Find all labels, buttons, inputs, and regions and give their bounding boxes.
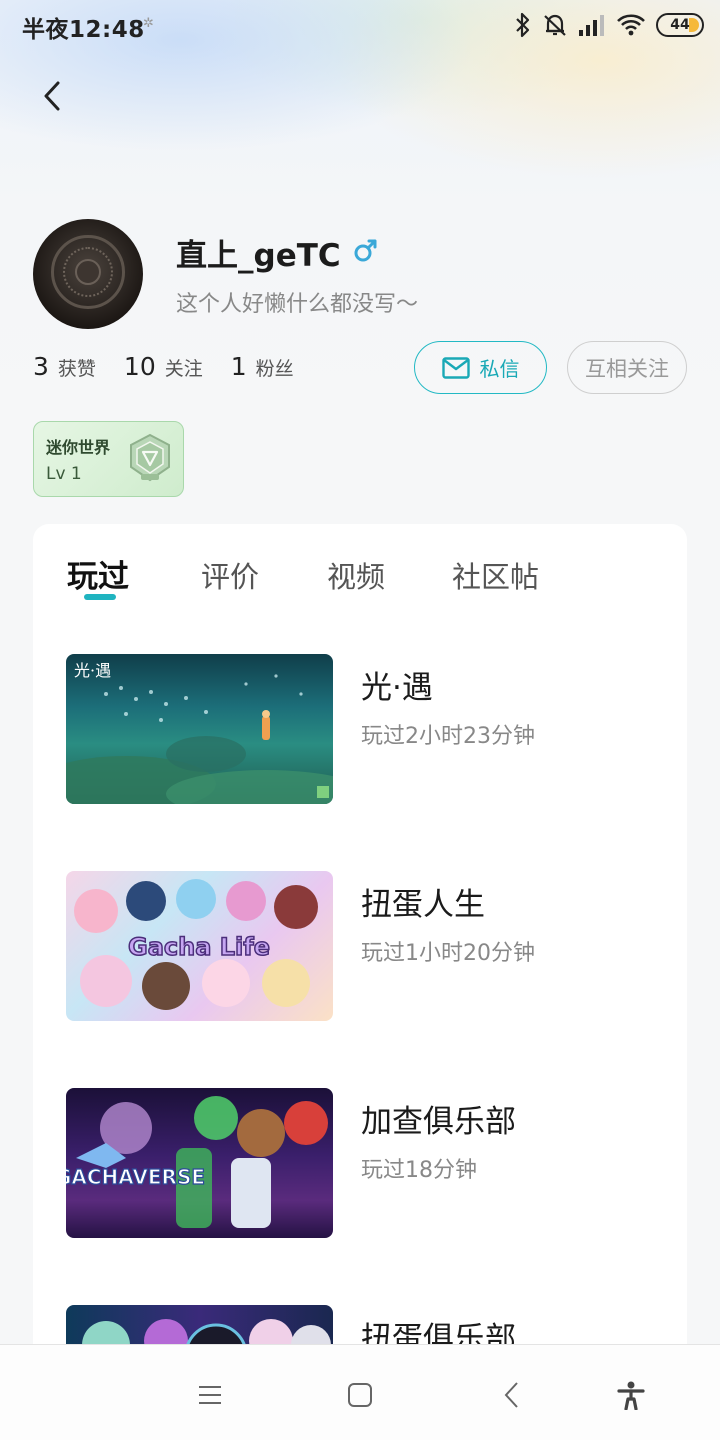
avatar[interactable] [33,219,143,329]
game-title: 加查俱乐部 [361,1104,516,1140]
content-card: 玩过 评价 视频 社区帖 光·遇 光·遇 玩过2小时23分钟 Gacha Lif… [33,524,687,1440]
nav-back-button[interactable] [492,1375,532,1415]
tab-community-posts[interactable]: 社区帖 [452,554,539,596]
status-icons: 44 [514,10,704,40]
mail-icon [441,356,470,379]
thumbnail-title-text: GACHAVERSE [66,1165,205,1189]
stat-followers[interactable]: 1 粉丝 [231,352,294,381]
mute-bell-icon [542,12,568,38]
message-button[interactable]: 私信 [414,341,547,394]
thumbnail-title-text: Gacha Life [128,933,270,961]
signal-icon [578,14,606,36]
game-thumbnail[interactable]: 光·遇 [66,654,333,804]
menu-button[interactable] [190,1375,230,1415]
stat-likes[interactable]: 3 获赞 [33,352,96,381]
game-title: 扭蛋人生 [361,887,485,923]
battery-icon: 44 [656,13,704,37]
home-button[interactable] [340,1375,380,1415]
accessibility-icon [617,1381,645,1410]
stat-following-label: 关注 [164,358,203,380]
stat-likes-label: 获赞 [57,358,96,380]
level-emblem-icon [126,432,174,488]
badge-level: Lv 1 [46,464,82,484]
game-item[interactable]: 光·遇 光·遇 玩过2小时23分钟 [66,654,666,806]
home-icon [348,1383,372,1407]
stat-following[interactable]: 10 关注 [124,352,203,381]
menu-icon [199,1386,221,1404]
battery-level: 44 [670,17,690,33]
mutual-follow-button[interactable]: 互相关注 [567,341,687,394]
system-nav-bar [0,1344,720,1440]
badge-game-name: 迷你世界 [46,438,111,457]
game-item[interactable]: Gacha Life 扭蛋人生 玩过1小时20分钟 [66,871,666,1023]
game-thumbnail[interactable]: GACHAVERSE [66,1088,333,1238]
bluetooth-icon [514,12,532,38]
chevron-left-icon [44,81,60,111]
profile-stats: 3 获赞 10 关注 1 粉丝 [33,352,322,381]
game-level-badge[interactable]: 迷你世界 Lv 1 [33,421,184,497]
game-title: 光·遇 [361,670,433,706]
wifi-icon [616,13,646,37]
status-time: 半夜12:48 [22,17,145,43]
stat-likes-value: 3 [33,352,49,381]
game-item[interactable]: GACHAVERSE 加查俱乐部 玩过18分钟 [66,1088,666,1240]
message-button-label: 私信 [479,357,520,381]
back-icon [504,1382,518,1408]
tab-videos[interactable]: 视频 [327,554,385,596]
game-playtime: 玩过2小时23分钟 [361,724,535,749]
stat-followers-value: 1 [230,352,247,381]
profile-tabs: 玩过 评价 视频 社区帖 [33,524,687,614]
tab-played[interactable]: 玩过 [67,551,129,596]
thumbnail-title-text: 光·遇 [74,661,111,680]
status-bar: 半夜12:48 ✲ 44 [0,0,720,50]
stat-following-value: 10 [123,352,156,381]
game-playtime: 玩过1小时20分钟 [361,941,535,966]
accessibility-button[interactable] [611,1375,651,1415]
mutual-follow-label: 互相关注 [585,356,669,381]
notification-icon: ✲ [143,16,154,31]
active-tab-indicator [84,594,116,600]
male-gender-icon [352,236,380,268]
tab-reviews[interactable]: 评价 [201,554,259,596]
game-playtime: 玩过18分钟 [361,1158,477,1183]
stat-followers-label: 粉丝 [255,358,294,380]
back-button[interactable] [30,74,74,118]
username: 直上_geTC [176,238,341,274]
game-thumbnail[interactable]: Gacha Life [66,871,333,1021]
user-bio: 这个人好懒什么都没写～ [176,292,419,317]
